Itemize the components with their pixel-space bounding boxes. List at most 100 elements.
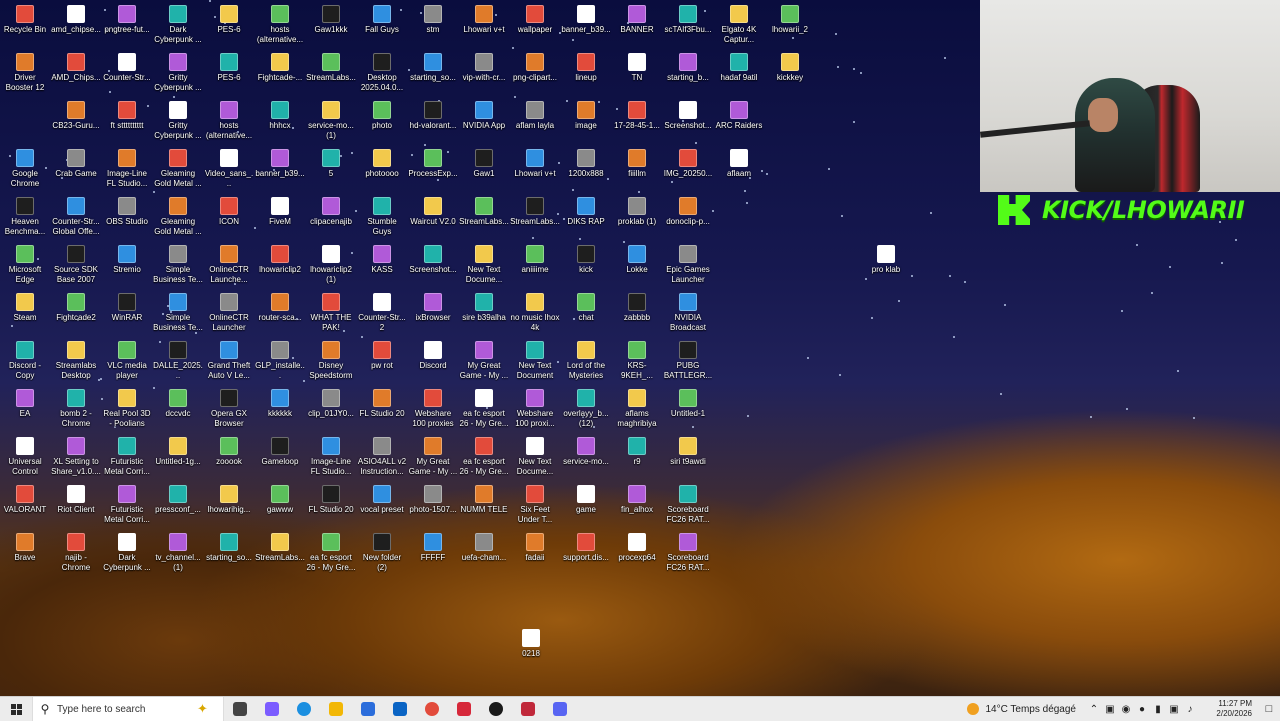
desktop-icon[interactable]: StreamLabs... [459,196,509,227]
desktop-icon[interactable]: Streamlabs Desktop [51,340,101,381]
desktop-icon[interactable]: starting_so... [204,532,254,563]
desktop-icon[interactable]: NUMM TELE [459,484,509,515]
desktop-icon[interactable]: lhowariclip2 (1) [306,244,356,285]
desktop-icon[interactable]: Counter-Str... 2 [357,292,407,333]
desktop-icon[interactable]: hhhcx [255,100,305,131]
desktop-icon[interactable]: NVIDIA App [459,100,509,131]
desktop-icon[interactable]: kick [561,244,611,275]
desktop-icon[interactable]: New Text Docume... [510,436,560,477]
desktop-icon[interactable]: Gritty Cyberpunk ... [153,52,203,93]
desktop-icon[interactable]: New folder (2) [357,532,407,573]
desktop-icon[interactable]: VALORANT [0,484,50,515]
desktop-icon[interactable]: FiveM [255,196,305,227]
taskbar-outlook-button[interactable] [384,697,416,721]
desktop-icon[interactable]: dccvdc [153,388,203,419]
desktop-icon[interactable]: BANNER [612,4,662,35]
desktop-icon[interactable]: ea fc esport 26 - My Gre... [459,436,509,477]
desktop-icon[interactable]: FL Studio 20 [306,484,356,515]
desktop-icon[interactable]: png-clipart... [510,52,560,83]
desktop-icon[interactable]: hadaf 9atil [714,52,764,83]
microphone-icon[interactable]: ▮ [1150,704,1166,715]
desktop-icon[interactable]: Elgato 4K Captur... [714,4,764,45]
desktop-icon[interactable]: photo-1507... [408,484,458,515]
desktop-icon[interactable]: StreamLabs... [510,196,560,227]
desktop-icon[interactable]: Steam [0,292,50,323]
desktop-icon[interactable]: sire b39alha [459,292,509,323]
desktop-icon[interactable]: scTAIf3Fbu... [663,4,713,35]
taskbar-streamlabs-button[interactable] [512,697,544,721]
desktop-icon[interactable]: Fall Guys [357,4,407,35]
desktop-icon[interactable]: NVIDIA Broadcast [663,292,713,333]
desktop-icon[interactable]: DIKS RAP [561,196,611,227]
taskbar-file-explorer-button[interactable] [320,697,352,721]
desktop-icon[interactable]: lhowarihig... [204,484,254,515]
desktop-icon[interactable]: Image-Line FL Studio... [306,436,356,477]
desktop-icon[interactable]: My Great Game - My ... [408,436,458,477]
network-icon[interactable]: ▣ [1166,704,1182,715]
desktop-icon[interactable]: OnlineCTR Launcher [204,292,254,333]
desktop-icon[interactable]: lhowarii_2 [765,4,815,35]
desktop-icon[interactable]: lhowariclip2 [255,244,305,275]
notification-icon[interactable]: □ [1258,703,1280,715]
desktop-icon[interactable]: ASIO4ALL v2 Instruction... [357,436,407,477]
taskbar-store-button[interactable] [352,697,384,721]
tray-app-icon[interactable]: ● [1134,704,1150,715]
desktop-icon[interactable]: PES-6 [204,4,254,35]
desktop-icon[interactable]: Dark Cyberpunk ... [153,4,203,45]
desktop-icon[interactable]: hd-valorant... [408,100,458,131]
desktop-icon[interactable]: Webshare 100 proxi... [510,388,560,429]
desktop-icon[interactable]: Recycle Bin [0,4,50,35]
desktop-icon[interactable]: banner_b39... [561,4,611,35]
desktop-icon[interactable]: pw rot [357,340,407,371]
desktop-icon[interactable]: hosts (alternative... [204,100,254,141]
start-button[interactable] [0,697,32,721]
tray-app-icon[interactable]: ◉ [1118,704,1134,715]
desktop-icon[interactable]: PUBG BATTLEGR... [663,340,713,381]
desktop-icon[interactable]: gawww [255,484,305,515]
desktop-icon[interactable]: Counter-Str... [102,52,152,83]
desktop-icon[interactable]: wallpaper [510,4,560,35]
desktop-icon[interactable]: Brave [0,532,50,563]
desktop-icon[interactable]: OnlineCTR Launche... [204,244,254,285]
desktop-icon[interactable]: My Great Game - My ... [459,340,509,381]
desktop-icon[interactable]: TN [612,52,662,83]
tray-app-icon[interactable]: ▣ [1102,704,1118,715]
desktop-icon[interactable]: tv_channel... (1) [153,532,203,573]
desktop-icon[interactable]: amd_chipse... [51,4,101,35]
desktop-icon[interactable]: fin_alhox [612,484,662,515]
desktop-icon[interactable]: Untitled-1 [663,388,713,419]
desktop-icon[interactable]: photo [357,100,407,131]
desktop-icon[interactable]: Real Pool 3D - Poolians [102,388,152,429]
desktop-icon[interactable]: starting_so... [408,52,458,83]
desktop-icon[interactable]: Video_sans_... [204,148,254,189]
desktop-icon[interactable]: ft stttttttttt [102,100,152,131]
desktop-icon[interactable]: Stumble Guys [357,196,407,237]
desktop-icon[interactable]: no music lhox 4k [510,292,560,333]
desktop-icon[interactable]: Opera GX Browser [204,388,254,429]
desktop-icon[interactable]: overlayy_b... (12) [561,388,611,429]
desktop-icon[interactable]: StreamLabs... [306,52,356,83]
desktop-icon[interactable]: starting_b... [663,52,713,83]
desktop-icon[interactable]: Simple Business Te... [153,244,203,285]
desktop-icon[interactable]: procexp64 [612,532,662,563]
desktop-icon[interactable]: Universal Control [0,436,50,477]
desktop-icon[interactable]: aflams maghribiya [612,388,662,429]
desktop-icon[interactable]: service-mo... (1) [306,100,356,141]
desktop-icon[interactable]: VLC media player [102,340,152,381]
desktop-icon[interactable]: siri t9awdi [663,436,713,467]
desktop-icon[interactable]: kkkkkk [255,388,305,419]
desktop-icon[interactable]: ProcessExp... [408,148,458,179]
desktop-icon[interactable]: WHAT THE PAK! [306,292,356,333]
desktop-icon[interactable]: FL Studio 20 [357,388,407,419]
desktop-icon[interactable]: Scoreboard FC26 RAT... [663,532,713,573]
desktop-icon[interactable]: DALLE_2025... [153,340,203,381]
desktop-icon[interactable]: bomb 2 - Chrome [51,388,101,429]
desktop-icon[interactable]: Fightcade2 [51,292,101,323]
desktop-icon[interactable]: aniiiime [510,244,560,275]
desktop-icon[interactable]: pressconf_... [153,484,203,515]
desktop-icon[interactable]: Futuristic Metal Corri... [102,436,152,477]
desktop-icon[interactable]: Source SDK Base 2007 [51,244,101,285]
desktop-icon[interactable]: Gleaming Gold Metal ... [153,196,203,237]
desktop-icon[interactable]: uefa-cham... [459,532,509,563]
desktop-icon[interactable]: Epic Games Launcher [663,244,713,285]
